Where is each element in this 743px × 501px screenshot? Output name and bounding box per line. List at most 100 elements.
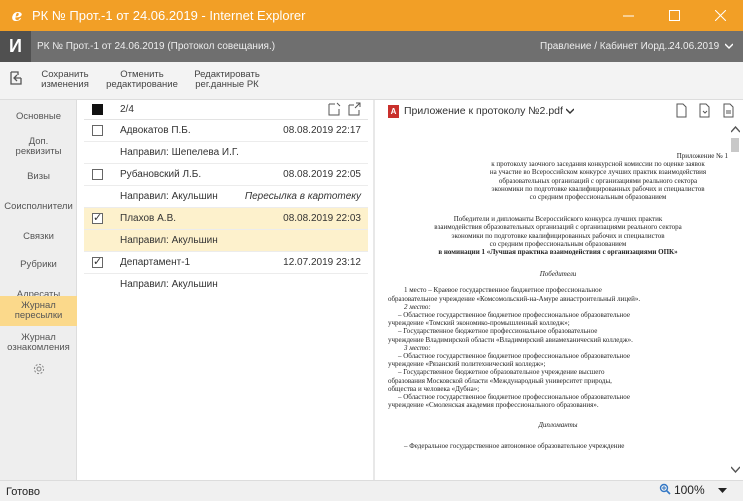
appendix-header: к протоколу заочного заседания конкурсно… [388, 160, 728, 201]
sender-text: Направил: Акульшин [120, 279, 218, 290]
appendix-number: Приложение № 1 [676, 152, 728, 160]
intro-line: со средним профессиональным образованием [489, 239, 627, 248]
list-row-sender: Направил: Шепелева И.Г. [84, 142, 368, 164]
maximize-icon [668, 10, 680, 21]
list-row-selected[interactable]: Плахов А.В. 08.08.2019 22:03 [84, 208, 368, 230]
copy-document-icon[interactable] [674, 103, 687, 118]
window-title: РК № Прот.-1 от 24.06.2019 - Internet Ex… [32, 8, 306, 23]
row-date: 08.08.2019 22:03 [283, 213, 361, 224]
sidebar-item-label: реквизиты [15, 146, 62, 157]
new-document-icon[interactable] [328, 102, 341, 116]
list-row[interactable]: Рубановский Л.Б. 08.08.2019 22:05 [84, 164, 368, 186]
sidebar-item-label: Рубрики [20, 259, 57, 270]
body-line: – Государственное бюджетное образователь… [398, 368, 605, 377]
row-checkbox[interactable] [92, 255, 103, 268]
body-line: 3 место: [404, 343, 431, 352]
app-logo: И [0, 31, 31, 62]
caret-down-icon [718, 488, 727, 493]
row-checkbox[interactable] [92, 211, 103, 224]
sidebar-item-coexecutors[interactable]: Соисполнители [0, 190, 77, 224]
sidebar-item-label: пересылки [14, 310, 63, 321]
cancel-label-2: редактирование [106, 79, 178, 90]
print-icon[interactable] [722, 103, 735, 118]
intro: Победители и дипломанты Всероссийского к… [388, 215, 728, 256]
select-all-checkbox[interactable] [92, 104, 103, 115]
intro-line: взаимодействия образовательных организац… [434, 223, 682, 232]
row-checkbox[interactable] [92, 169, 103, 180]
body-line: образовательное учреждение «Комсомольски… [388, 294, 641, 303]
cancel-edit-button[interactable]: Отменить редактирование [102, 70, 182, 90]
list-counter: 2/4 [120, 104, 134, 115]
winners-list: 1 место – Краевое государственное бюджет… [388, 286, 728, 409]
body-line: учреждение «Рязанский политехнический ко… [388, 360, 546, 369]
recipient-name: Департамент-1 [120, 257, 191, 268]
edit-reg-data-button[interactable]: Редактировать рег.данные РК [194, 70, 260, 90]
sidebar-item-label: Основные [15, 111, 62, 122]
body-line: – Федеральное государственное автономное… [404, 441, 625, 450]
scroll-down-icon[interactable] [731, 466, 740, 473]
edit-reg-label-2: рег.данные РК [195, 79, 259, 90]
sidebar-item-forwarding-log[interactable]: Журнал пересылки [0, 296, 77, 326]
list-row-sender: Направил: Акульшин Пересылка в картотеку [84, 186, 368, 208]
appendix-header-line: к протоколу заочного заседания конкурсно… [491, 160, 705, 169]
document-title: РК № Прот.-1 от 24.06.2019 (Протокол сов… [37, 41, 276, 52]
pdf-file-icon: A [388, 105, 399, 118]
zoom-level: 100% [673, 483, 705, 497]
intro-line: экономики по подготовке квалифицированны… [451, 231, 665, 240]
sidebar-item-label: Связки [23, 231, 54, 242]
row-date: 08.08.2019 22:05 [283, 169, 361, 180]
close-button[interactable] [697, 0, 743, 31]
list-header: 2/4 [84, 100, 368, 120]
save-back-icon [10, 71, 22, 85]
sidebar-item-label: ознакомления [7, 342, 70, 353]
sender-text: Направил: Шепелева И.Г. [120, 147, 239, 158]
intro-line: Победители и дипломанты Всероссийского к… [453, 215, 663, 224]
user-cabinet[interactable]: Правление / Кабинет Иорд... [540, 31, 673, 62]
list-row[interactable]: Адвокатов П.Б. 08.08.2019 22:17 [84, 120, 368, 142]
open-file-icon[interactable] [698, 103, 711, 118]
maximize-button[interactable] [651, 0, 697, 31]
sidebar-item-acquaintance-log[interactable]: Журнал ознакомления [0, 328, 77, 358]
body-line: – Областное государственное бюджетное пр… [398, 352, 630, 361]
scroll-up-icon[interactable] [731, 126, 740, 133]
sidebar-item-extra-details[interactable]: Доп. реквизиты [0, 130, 77, 164]
list-row[interactable]: Департамент-1 12.07.2019 23:12 [84, 252, 368, 274]
sidebar-item-main[interactable]: Основные [0, 104, 77, 130]
save-changes-button[interactable]: Сохранить изменения [38, 70, 92, 90]
body-line: учреждение «Томский экономико-промышленн… [388, 319, 570, 328]
body-line: образования Московской области «Междунар… [388, 376, 612, 385]
status-text: Готово [6, 486, 40, 498]
sidebar-item-label: Соисполнители [4, 201, 73, 212]
panel-splitter[interactable] [373, 100, 375, 480]
export-icon[interactable] [348, 102, 361, 116]
close-icon [714, 10, 726, 21]
body-line: учреждение Владимирской области «Владими… [388, 335, 633, 344]
pdf-page: Приложение № 1 к протоколу заочного засе… [388, 124, 728, 474]
chevron-down-icon [565, 108, 575, 114]
recipient-name: Адвокатов П.Б. [120, 125, 191, 136]
scrollbar-thumb[interactable] [731, 138, 739, 152]
status-bar: Готово 100% [0, 480, 743, 501]
body-line: 1 место – Краевое государственное бюджет… [404, 286, 602, 295]
sender-text: Направил: Акульшин [120, 191, 218, 202]
row-checkbox[interactable] [92, 125, 103, 136]
appendix-header-line: на участие во Всероссийском конкурсе луч… [489, 168, 707, 177]
forward-note: Пересылка в картотеку [244, 191, 361, 202]
sidebar-item-visas[interactable]: Визы [0, 164, 77, 190]
sidebar-item-links[interactable]: Связки [0, 224, 77, 250]
sidebar: Основные Доп. реквизиты Визы Соисполнител… [0, 100, 77, 480]
body-line: – Областное государственное бюджетное пр… [398, 393, 630, 402]
document-scrollbar[interactable] [729, 126, 741, 476]
winners-heading: Победители [539, 270, 577, 279]
list-row-sender: Направил: Акульшин [84, 230, 368, 252]
row-date: 08.08.2019 22:17 [283, 125, 361, 136]
sidebar-item-rubrics[interactable]: Рубрики [0, 250, 77, 280]
zoom-control[interactable]: 100% [659, 483, 727, 497]
row-date: 12.07.2019 23:12 [283, 257, 361, 268]
minimize-icon [622, 15, 634, 17]
attachment-selector[interactable]: Приложение к протоколу №2.pdf [404, 105, 575, 117]
minimize-button[interactable] [605, 0, 651, 31]
sidebar-settings-button[interactable] [0, 358, 77, 380]
header-date[interactable]: 24.06.2019 [669, 31, 734, 62]
save-label-2: изменения [41, 79, 89, 90]
